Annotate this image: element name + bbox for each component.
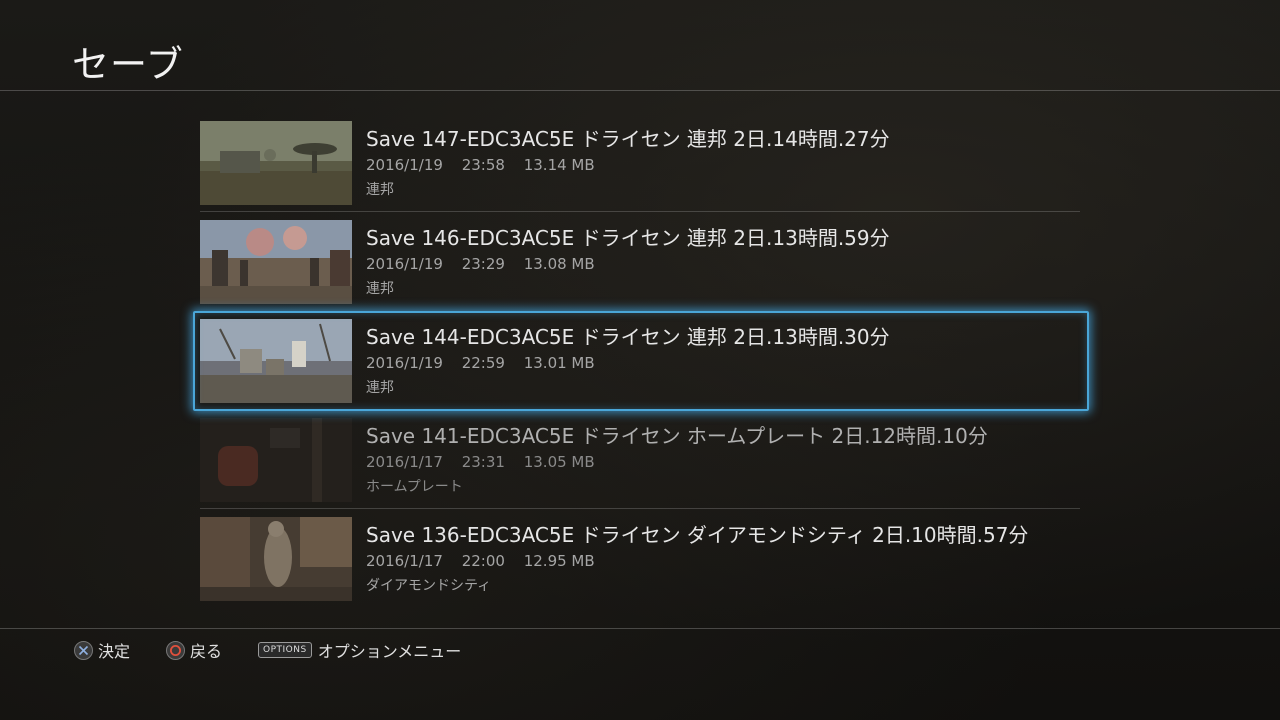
save-time: 22:59 <box>461 354 505 372</box>
save-date: 2016/1/19 <box>366 255 443 273</box>
save-thumbnail <box>200 418 352 502</box>
save-date: 2016/1/19 <box>366 354 443 372</box>
save-thumbnail <box>200 220 352 304</box>
back-label: 戻る <box>190 642 223 661</box>
save-item[interactable]: Save 141-EDC3AC5E ドライセン ホームプレート 2日.12時間.… <box>200 415 1080 509</box>
options-button-icon: OPTIONS <box>258 642 312 658</box>
save-time: 23:31 <box>461 453 505 471</box>
confirm-label: 決定 <box>98 642 131 661</box>
header-divider <box>0 90 1280 91</box>
row-divider <box>200 508 1080 509</box>
save-date: 2016/1/19 <box>366 156 443 174</box>
row-divider <box>200 211 1080 212</box>
cross-button-icon <box>74 640 93 660</box>
save-size: 13.14 MB <box>523 156 595 174</box>
save-meta: 2016/1/19 22:59 13.01 MB <box>366 354 609 372</box>
save-time: 23:29 <box>461 255 505 273</box>
save-item[interactable]: Save 146-EDC3AC5E ドライセン 連邦 2日.13時間.59分 2… <box>200 217 1080 307</box>
save-location: 連邦 <box>366 182 394 198</box>
save-title: Save 144-EDC3AC5E ドライセン 連邦 2日.13時間.30分 <box>366 325 890 349</box>
save-item-selected[interactable]: Save 144-EDC3AC5E ドライセン 連邦 2日.13時間.30分 2… <box>200 316 1080 406</box>
save-thumbnail <box>200 517 352 601</box>
confirm-hint[interactable]: 決定 <box>74 636 130 664</box>
save-meta: 2016/1/17 23:31 13.05 MB <box>366 453 609 471</box>
save-date: 2016/1/17 <box>366 453 443 471</box>
save-thumbnail <box>200 319 352 403</box>
save-size: 13.05 MB <box>523 453 595 471</box>
options-label: オプションメニュー <box>317 642 462 661</box>
save-title: Save 146-EDC3AC5E ドライセン 連邦 2日.13時間.59分 <box>366 226 890 250</box>
save-location: ホームプレート <box>366 479 463 495</box>
save-title: Save 136-EDC3AC5E ドライセン ダイアモンドシティ 2日.10時… <box>366 523 1029 547</box>
back-hint[interactable]: 戻る <box>166 636 222 664</box>
footer-divider <box>0 628 1280 629</box>
save-location: ダイアモンドシティ <box>366 578 492 594</box>
save-screen: セーブ Save 147-EDC3AC5E ドライセン 連邦 2日.14時間.2… <box>0 0 1280 720</box>
save-size: 13.01 MB <box>523 354 595 372</box>
save-size: 13.08 MB <box>523 255 595 273</box>
page-title: セーブ <box>72 43 184 86</box>
save-title: Save 141-EDC3AC5E ドライセン ホームプレート 2日.12時間.… <box>366 424 988 448</box>
save-time: 23:58 <box>461 156 505 174</box>
save-title: Save 147-EDC3AC5E ドライセン 連邦 2日.14時間.27分 <box>366 127 890 151</box>
save-meta: 2016/1/17 22:00 12.95 MB <box>366 552 609 570</box>
circle-button-icon <box>166 640 185 660</box>
save-item[interactable]: Save 136-EDC3AC5E ドライセン ダイアモンドシティ 2日.10時… <box>200 514 1080 604</box>
options-hint[interactable]: OPTIONS オプションメニュー <box>258 636 461 664</box>
save-location: 連邦 <box>366 380 394 396</box>
save-meta: 2016/1/19 23:29 13.08 MB <box>366 255 609 273</box>
save-time: 22:00 <box>461 552 505 570</box>
save-thumbnail <box>200 121 352 205</box>
save-date: 2016/1/17 <box>366 552 443 570</box>
save-location: 連邦 <box>366 281 394 297</box>
save-meta: 2016/1/19 23:58 13.14 MB <box>366 156 609 174</box>
save-size: 12.95 MB <box>523 552 595 570</box>
save-item[interactable]: Save 147-EDC3AC5E ドライセン 連邦 2日.14時間.27分 2… <box>200 118 1080 212</box>
